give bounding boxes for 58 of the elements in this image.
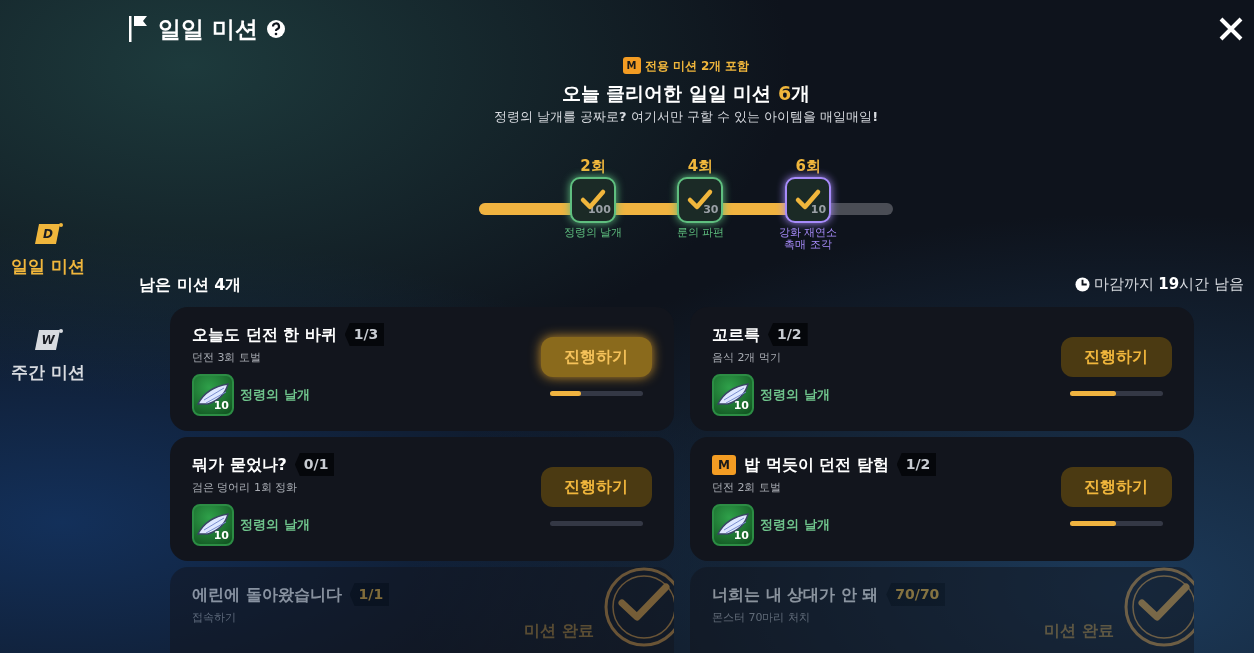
reward-quantity: 30 <box>703 202 719 218</box>
cleared-count-title: 오늘 클리어한 일일 미션 6개 <box>561 80 811 106</box>
progress-tag: 1/2 <box>768 323 808 346</box>
mission-description: 검은 덩어리 1회 정화 <box>192 479 299 496</box>
mission-description: 던전 2회 토벌 <box>712 479 782 496</box>
completed-label: 미션 완료 <box>1044 619 1114 642</box>
item-quantity: 10 <box>733 397 749 414</box>
clock-icon <box>1074 277 1090 292</box>
mission-title: 오늘도 던전 한 바퀴 <box>192 323 337 346</box>
milestone-count-label: 6회 <box>795 155 821 177</box>
reward-name: 정령의 날개 <box>240 516 310 535</box>
proceed-button[interactable]: 진행하기 <box>540 336 652 377</box>
mission-description: 접속하기 <box>192 609 237 626</box>
close-button[interactable] <box>1218 16 1244 43</box>
reward-name: 정령의 날개 <box>760 386 830 405</box>
reward-name: 정령의 날개 <box>240 386 310 405</box>
help-icon[interactable] <box>266 19 286 40</box>
remaining-missions-label: 남은 미션 4개 <box>139 273 242 296</box>
completed-label: 미션 완료 <box>524 619 594 642</box>
wing-icon <box>196 512 230 538</box>
reward-name: 정령의 날개 <box>760 516 830 535</box>
mission-title: 너희는 내 상대가 안 돼 <box>712 583 879 606</box>
proceed-button[interactable]: 진행하기 <box>1060 336 1172 377</box>
mission-description: 몬스터 70마리 처치 <box>712 609 811 626</box>
sidebar-tab[interactable]: W 주간 미션 <box>11 327 85 385</box>
progress-tag: 70/70 <box>886 583 946 606</box>
mission-title: 꼬르륵 <box>712 323 760 346</box>
reward-name: 룬의 파편 <box>676 226 725 240</box>
reward-name: 강화 재연소 촉매 조각 <box>777 226 839 252</box>
item-quantity: 10 <box>213 527 229 544</box>
milestone-count-label: 4회 <box>687 155 714 177</box>
item-quantity: 10 <box>733 527 749 544</box>
item-quantity: 10 <box>213 397 229 414</box>
deadline-text: 마감까지 19시간 남음 <box>1093 274 1244 296</box>
subtitle: 정령의 날개를 공짜로? 여기서만 구할 수 있는 아이템을 매일매일! <box>493 108 879 126</box>
reward-name: 정령의 날개 <box>563 226 623 240</box>
sidebar-tab[interactable]: D 일일 미션 <box>11 222 85 280</box>
mission-description: 던전 3회 토벌 <box>192 349 262 366</box>
progress-tag: 1/2 <box>896 453 937 476</box>
wing-icon <box>196 382 230 408</box>
wing-icon <box>716 382 750 408</box>
progress-tag: 1/1 <box>349 583 390 606</box>
progress-tag: 0/1 <box>294 453 335 476</box>
progress-tag: 1/3 <box>344 323 385 346</box>
reward-quantity: 10 <box>810 202 827 218</box>
exclusive-badge: M <box>622 57 641 74</box>
mission-title: 에린에 돌아왔습니다 <box>192 583 342 606</box>
exclusive-note: 전용 미션 2개 포함 <box>644 57 750 75</box>
page-title: 일일 미션 <box>158 15 258 44</box>
wing-icon <box>716 512 750 538</box>
mission-description: 음식 2개 먹기 <box>712 349 782 366</box>
exclusive-badge: M <box>712 454 736 475</box>
flag-icon <box>128 15 150 44</box>
proceed-button[interactable]: 진행하기 <box>540 466 652 507</box>
milestone-count-label: 2회 <box>580 155 606 177</box>
proceed-button[interactable]: 진행하기 <box>1060 466 1172 507</box>
mission-title: 밥 먹듯이 던전 탐험 <box>743 453 889 476</box>
mission-title: 뭐가 묻었나? <box>192 453 287 476</box>
